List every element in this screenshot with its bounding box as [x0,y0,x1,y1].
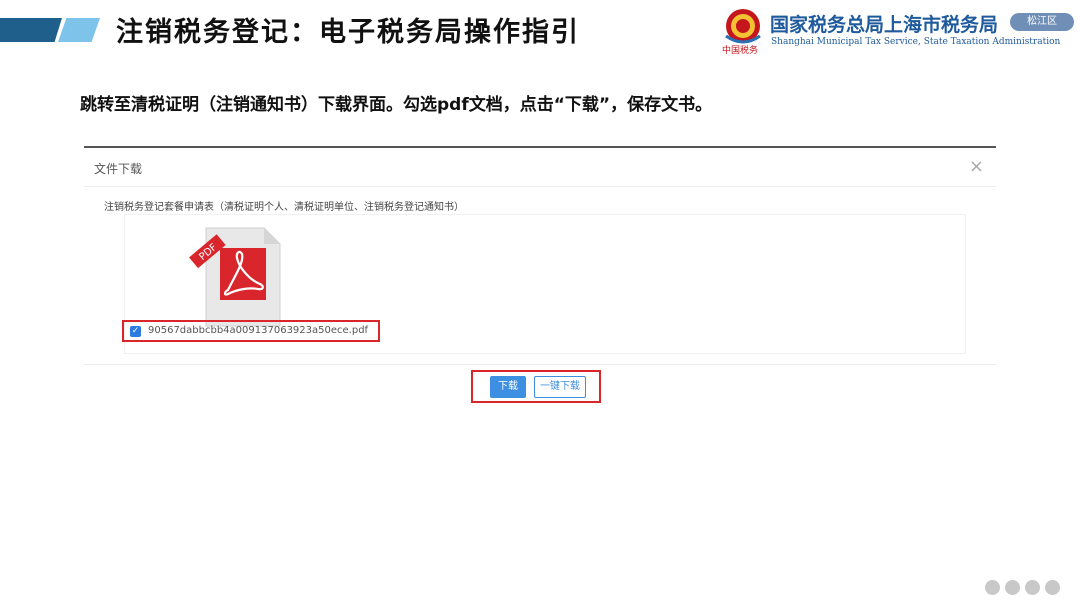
instruction-text: 跳转至清税证明（注销通知书）下载界面。勾选pdf文档，点击“下载”，保存文书。 [80,95,713,115]
pdf-file-icon: PDF [189,227,281,327]
pagination-dot [1025,580,1040,595]
pagination-dot [1005,580,1020,595]
dialog-footer-divider [84,364,996,365]
org-name: 国家税务总局上海市税务局 [770,14,999,36]
file-download-dialog: 文件下载 × 注销税务登记套餐申请表（清税证明个人、清税证明单位、注销税务登记通… [84,146,996,404]
file-checkbox[interactable]: ✓ [130,326,141,337]
dialog-title: 文件下载 [94,162,143,176]
file-select-highlight: ✓ 90567dabbcbb4a009137063923a50ece.pdf [122,320,380,342]
dialog-header: 文件下载 × [84,148,996,187]
package-section-title: 注销税务登记套餐申请表（清税证明个人、清税证明单位、注销税务登记通知书） [104,202,464,213]
slide-pagination [985,580,1065,596]
district-badge: 松江区 [1010,13,1074,31]
pagination-dot [985,580,1000,595]
org-name-en: Shanghai Municipal Tax Service, State Ta… [771,37,1061,47]
close-icon[interactable]: × [969,156,984,177]
page-title: 注销税务登记：电子税务局操作指引 [116,17,580,48]
download-all-button[interactable]: 一键下载 [534,376,586,398]
file-name[interactable]: 90567dabbcbb4a009137063923a50ece.pdf [148,325,368,336]
download-button[interactable]: 下载 [490,376,526,398]
header-accent-bar-light [58,18,100,42]
header-accent-bar [0,18,62,42]
emblem-subtext: 中国税务 [722,46,759,56]
pagination-dot [1045,580,1060,595]
